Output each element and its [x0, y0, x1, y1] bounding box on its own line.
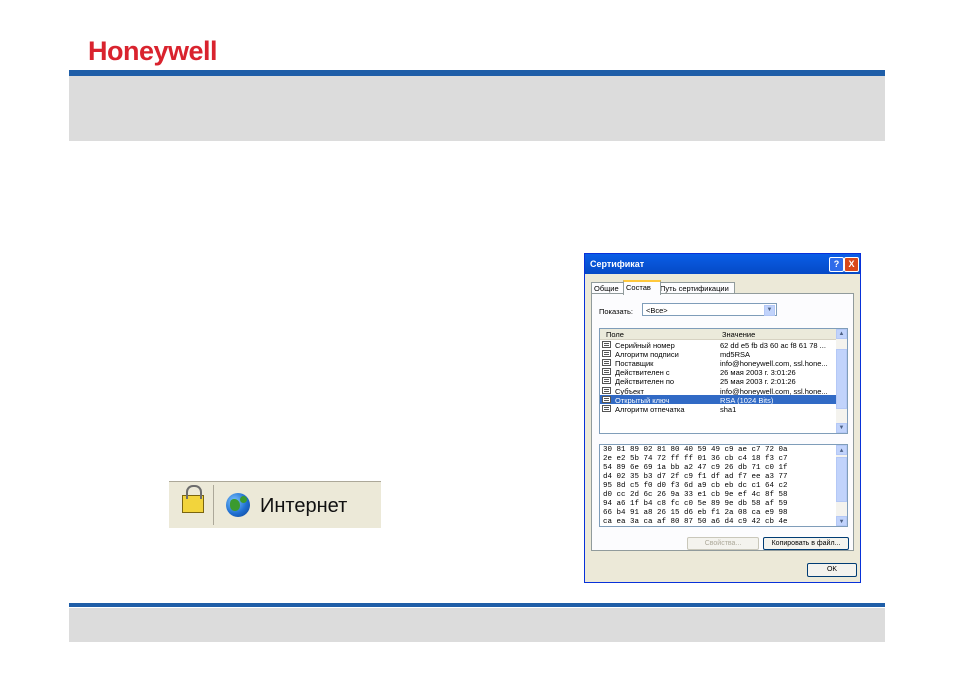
list-item-selected[interactable]: Открытый ключ RSA (1024 Bits) [600, 395, 837, 405]
scroll-up-icon[interactable]: ▲ [836, 445, 847, 455]
footer-rule [69, 603, 885, 607]
show-select[interactable]: <Все> ▼ [642, 303, 777, 316]
hex-line: d4 02 35 b3 d7 2f c9 f1 df ad f7 ee a3 7… [603, 473, 788, 481]
show-value: <Все> [646, 306, 668, 315]
details-panel: Показать: <Все> ▼ Поле Значение Серийный… [591, 293, 854, 551]
scroll-up-icon[interactable]: ▲ [836, 329, 847, 339]
column-value[interactable]: Значение [722, 330, 755, 339]
list-item[interactable]: Субъект info@honeywell.com, ssl.hone... [600, 386, 837, 396]
header-band [69, 76, 885, 141]
field-value: 25 мая 2003 г. 2:01:26 [720, 377, 796, 387]
column-field[interactable]: Поле [606, 330, 624, 339]
security-cell[interactable] [171, 485, 214, 525]
hex-line: 30 81 89 02 81 80 40 59 49 c9 ae c7 72 0… [603, 446, 788, 454]
hex-line: 94 a6 1f b4 c8 fc c0 5e 89 9e db 58 af 5… [603, 500, 788, 508]
field-name: Поставщик [615, 358, 654, 368]
field-value: info@honeywell.com, ssl.hone... [720, 386, 828, 396]
scroll-down-icon[interactable]: ▼ [836, 516, 847, 526]
field-name: Действителен с [615, 368, 670, 378]
certificate-field-icon [602, 395, 611, 403]
certificate-field-icon [602, 340, 611, 348]
hex-line: d0 cc 2d 6c 26 9a 33 e1 cb 9e ef 4c 8f 5… [603, 491, 788, 499]
field-value: info@honeywell.com, ssl.hone... [720, 358, 828, 368]
browser-status-bar: Интернет [169, 481, 381, 529]
copy-to-file-button[interactable]: Копировать в файл... [763, 537, 849, 550]
hex-scrollbar[interactable]: ▲ ▼ [836, 445, 847, 526]
list-item[interactable]: Алгоритм отпечатка sha1 [600, 404, 837, 414]
list-item[interactable]: Поставщик info@honeywell.com, ssl.hone..… [600, 358, 837, 368]
field-value: sha1 [720, 404, 737, 414]
dialog-titlebar[interactable]: Сертификат ? X [585, 254, 860, 274]
field-value: RSA (1024 Bits) [720, 395, 774, 405]
certificate-field-icon [602, 358, 611, 366]
list-item[interactable]: Действителен с 26 мая 2003 г. 3:01:26 [600, 368, 837, 377]
field-name: Действителен по [615, 377, 675, 387]
certificate-field-icon [602, 368, 611, 376]
list-item[interactable]: Серийный номер 62 dd e5 fb d3 60 ac f8 6… [600, 340, 837, 350]
field-value: md5RSA [720, 349, 751, 359]
close-button[interactable]: X [844, 257, 859, 272]
scroll-down-icon[interactable]: ▼ [836, 423, 847, 433]
list-header: Поле Значение [600, 329, 837, 340]
field-name: Алгоритм отпечатка [615, 404, 685, 414]
certificate-field-icon [602, 386, 611, 394]
field-name: Серийный номер [615, 340, 675, 350]
field-name: Субъект [615, 386, 644, 396]
list-item[interactable]: Алгоритм подписи md5RSA [600, 349, 837, 359]
scroll-thumb[interactable] [836, 349, 847, 409]
honeywell-logo: Honeywell [88, 36, 218, 66]
zone-cell: Интернет [216, 485, 376, 525]
fields-list: Поле Значение Серийный номер 62 dd e5 fb… [599, 328, 848, 434]
properties-button[interactable]: Свойства... [687, 537, 759, 550]
hex-line: 66 b4 91 a8 26 15 d6 eb f1 2a 08 ca e9 9… [603, 509, 788, 517]
hex-line: 54 89 6e 69 1a bb a2 47 c9 26 db 71 c0 1… [603, 464, 788, 472]
certificate-field-icon [602, 377, 611, 385]
list-scrollbar[interactable]: ▲ ▼ [836, 329, 847, 433]
hex-line: 2e e2 5b 74 72 ff ff 01 36 cb c4 18 f3 c… [603, 455, 788, 463]
field-name: Открытый ключ [615, 395, 670, 405]
list-item[interactable]: Действителен по 25 мая 2003 г. 2:01:26 [600, 377, 837, 386]
hex-line: 95 8d c5 f0 d0 f3 6d a9 cb eb dc c1 64 c… [603, 482, 788, 490]
scroll-thumb[interactable] [836, 457, 847, 502]
zone-label: Интернет [260, 495, 348, 517]
value-textbox[interactable]: 30 81 89 02 81 80 40 59 49 c9 ae c7 72 0… [599, 444, 848, 527]
help-button[interactable]: ? [829, 257, 844, 272]
chevron-down-icon[interactable]: ▼ [764, 305, 775, 316]
certificate-dialog: Сертификат ? X Общие Состав Путь сертифи… [584, 253, 861, 583]
field-value: 62 dd e5 fb d3 60 ac f8 61 78 ... [720, 340, 826, 350]
certificate-field-icon [602, 349, 611, 357]
certificate-field-icon [602, 404, 611, 412]
hex-line: ca ea 3a ca af 80 87 50 a6 d4 c9 42 cb 4… [603, 518, 788, 526]
dialog-title: Сертификат [590, 259, 645, 269]
field-name: Алгоритм подписи [615, 349, 679, 359]
tab-details[interactable]: Состав [623, 280, 661, 295]
field-value: 26 мая 2003 г. 3:01:26 [720, 368, 796, 378]
ok-button[interactable]: OK [807, 563, 857, 577]
globe-icon [226, 493, 250, 517]
footer-band [69, 608, 885, 642]
show-label: Показать: [599, 307, 633, 316]
padlock-icon[interactable] [182, 485, 204, 513]
